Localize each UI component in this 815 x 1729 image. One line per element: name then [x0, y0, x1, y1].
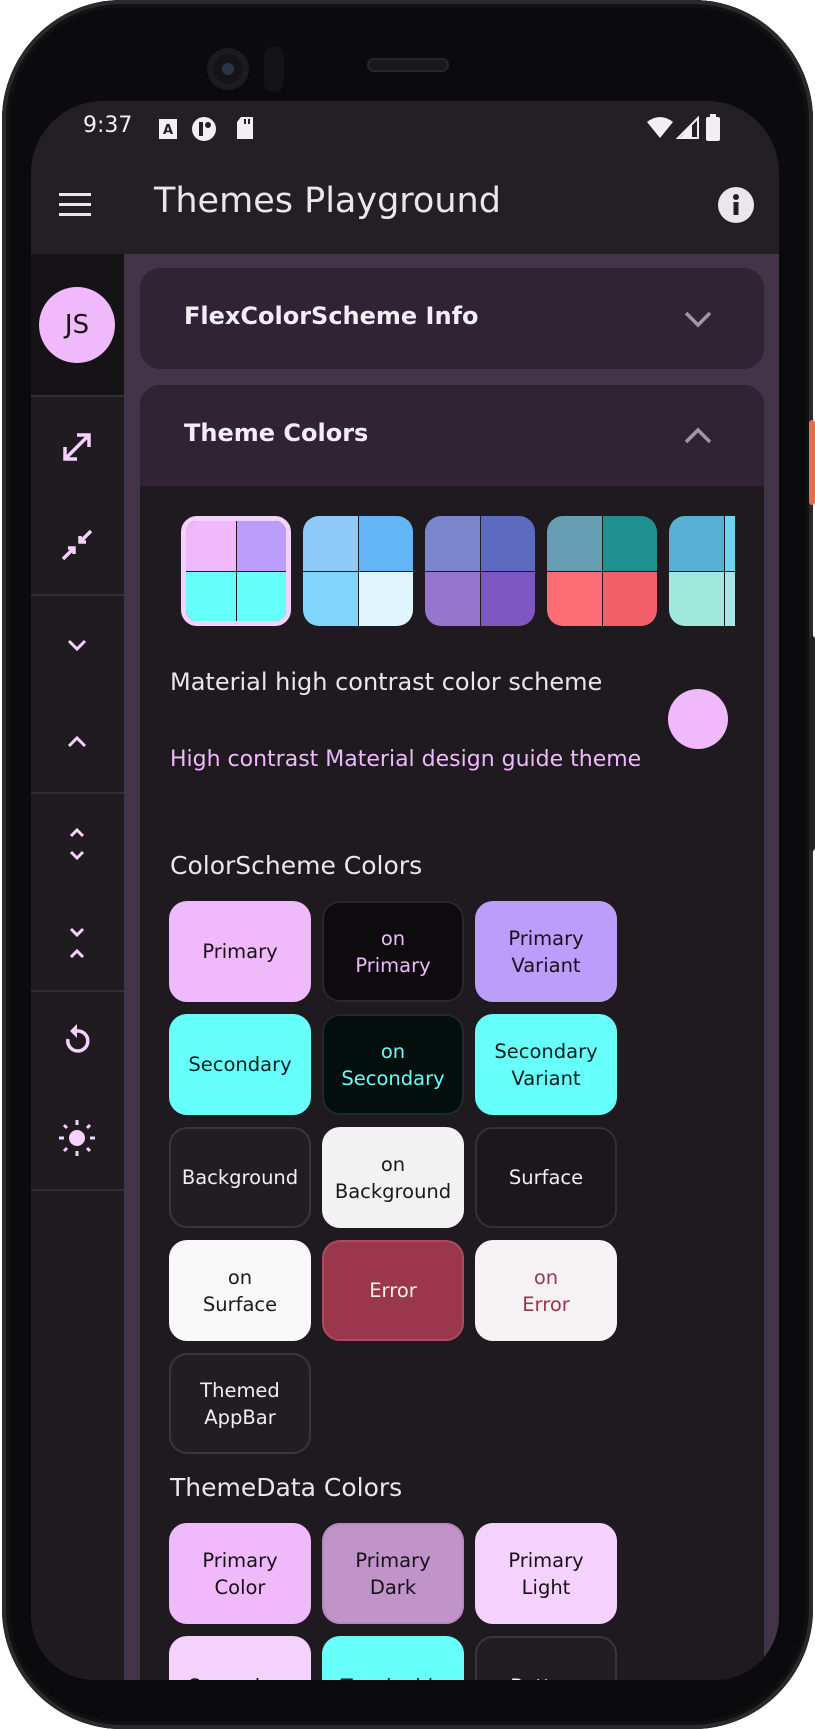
signal-icon [676, 116, 699, 139]
switch-title: Material high contrast color scheme [170, 668, 603, 696]
status-time: 9:37 [83, 113, 133, 138]
chevron-down-icon[interactable] [57, 625, 97, 665]
proximity-sensor [264, 46, 284, 92]
swatch-quadrant [669, 571, 724, 626]
swatch-quadrant [602, 516, 657, 571]
color-box[interactable]: on Primary [322, 901, 464, 1002]
unfold-more-icon[interactable] [57, 824, 97, 864]
svg-text:A: A [163, 123, 173, 138]
swatch-quadrant [669, 516, 724, 571]
swatch-quadrant [186, 521, 236, 571]
color-box[interactable]: Secondary Variant [475, 1014, 617, 1115]
swatch-quadrant [236, 521, 286, 571]
swatch-quadrant [303, 516, 358, 571]
color-box[interactable]: on Background [322, 1127, 464, 1228]
chevron-up-icon[interactable] [57, 722, 97, 762]
volume-button[interactable] [809, 636, 815, 851]
swatch-quadrant [724, 516, 735, 571]
color-box[interactable]: on Error [475, 1240, 617, 1341]
color-box[interactable]: Primary Variant [475, 901, 617, 1002]
card-title: FlexColorScheme Info [184, 302, 479, 330]
card-header[interactable]: Theme Colors [140, 385, 764, 486]
swatch-quadrant [186, 571, 236, 621]
swatch-quadrant [480, 571, 535, 626]
rail-divider [31, 594, 124, 596]
swatch-quadrant [547, 571, 602, 626]
color-box[interactable]: Primary [169, 901, 311, 1002]
power-button[interactable] [809, 420, 815, 505]
rail-divider [31, 395, 124, 397]
theme-swatch[interactable] [303, 516, 413, 626]
color-box[interactable]: on Secondary [322, 1014, 464, 1115]
wifi-icon [647, 117, 673, 138]
earpiece-speaker [367, 58, 449, 72]
collapse-icon[interactable] [57, 525, 97, 565]
rail-divider [31, 792, 124, 794]
swatch-quadrant [358, 516, 413, 571]
color-box[interactable]: Primary Dark [322, 1523, 464, 1624]
swatch-quadrant [236, 571, 286, 621]
battery-icon [706, 114, 720, 141]
rail-divider [31, 990, 124, 992]
high-contrast-switch[interactable] [668, 689, 728, 749]
colorscheme-title: ColorScheme Colors [170, 851, 423, 880]
theme-swatch[interactable] [181, 516, 291, 626]
navigation-rail [31, 254, 124, 1680]
swatch-quadrant [425, 571, 480, 626]
color-box[interactable]: Toggleable [322, 1636, 464, 1680]
color-box[interactable]: Error [322, 1240, 464, 1341]
theme-swatch-list [181, 516, 735, 628]
swatch-quadrant [602, 571, 657, 626]
chevron-down-icon[interactable] [682, 303, 714, 335]
swatch-quadrant [724, 571, 735, 626]
chevron-up-icon[interactable] [682, 420, 714, 452]
color-box[interactable]: Primary Color [169, 1523, 311, 1624]
expand-icon[interactable] [57, 427, 97, 467]
color-box[interactable]: Bottom [475, 1636, 617, 1680]
themedata-title: ThemeData Colors [170, 1473, 403, 1502]
unfold-less-icon[interactable] [57, 923, 97, 963]
color-box[interactable]: Themed AppBar [169, 1353, 311, 1454]
app-title: Themes Playground [154, 181, 501, 221]
theme-swatch[interactable] [669, 516, 735, 626]
circle-notification-icon [192, 117, 216, 141]
theme-swatch[interactable] [425, 516, 535, 626]
reset-icon[interactable] [57, 1021, 97, 1061]
flexcolorscheme-info-card[interactable]: FlexColorScheme Info [140, 268, 764, 369]
rail-divider [31, 1189, 124, 1191]
menu-icon[interactable] [55, 185, 95, 225]
brightness-icon[interactable] [57, 1118, 97, 1158]
swatch-quadrant [303, 571, 358, 626]
sd-card-icon [237, 117, 253, 139]
swatch-quadrant [547, 516, 602, 571]
color-box[interactable]: Primary Light [475, 1523, 617, 1624]
color-box[interactable]: Secondary [169, 1636, 311, 1680]
a-icon: A [159, 119, 177, 139]
info-icon[interactable] [717, 186, 755, 224]
color-box[interactable]: Surface [475, 1127, 617, 1228]
color-box[interactable]: on Surface [169, 1240, 311, 1341]
theme-swatch[interactable] [547, 516, 657, 626]
switch-subtitle: High contrast Material design guide them… [170, 747, 642, 772]
swatch-quadrant [358, 571, 413, 626]
swatch-quadrant [480, 516, 535, 571]
color-box[interactable]: Background [169, 1127, 311, 1228]
color-box[interactable]: Secondary [169, 1014, 311, 1115]
avatar[interactable]: JS [39, 287, 115, 363]
screen: 9:37 A Themes Playground JS FlexColorSch… [31, 101, 779, 1680]
front-camera [207, 48, 249, 90]
card-title: Theme Colors [184, 419, 369, 447]
swatch-quadrant [425, 516, 480, 571]
